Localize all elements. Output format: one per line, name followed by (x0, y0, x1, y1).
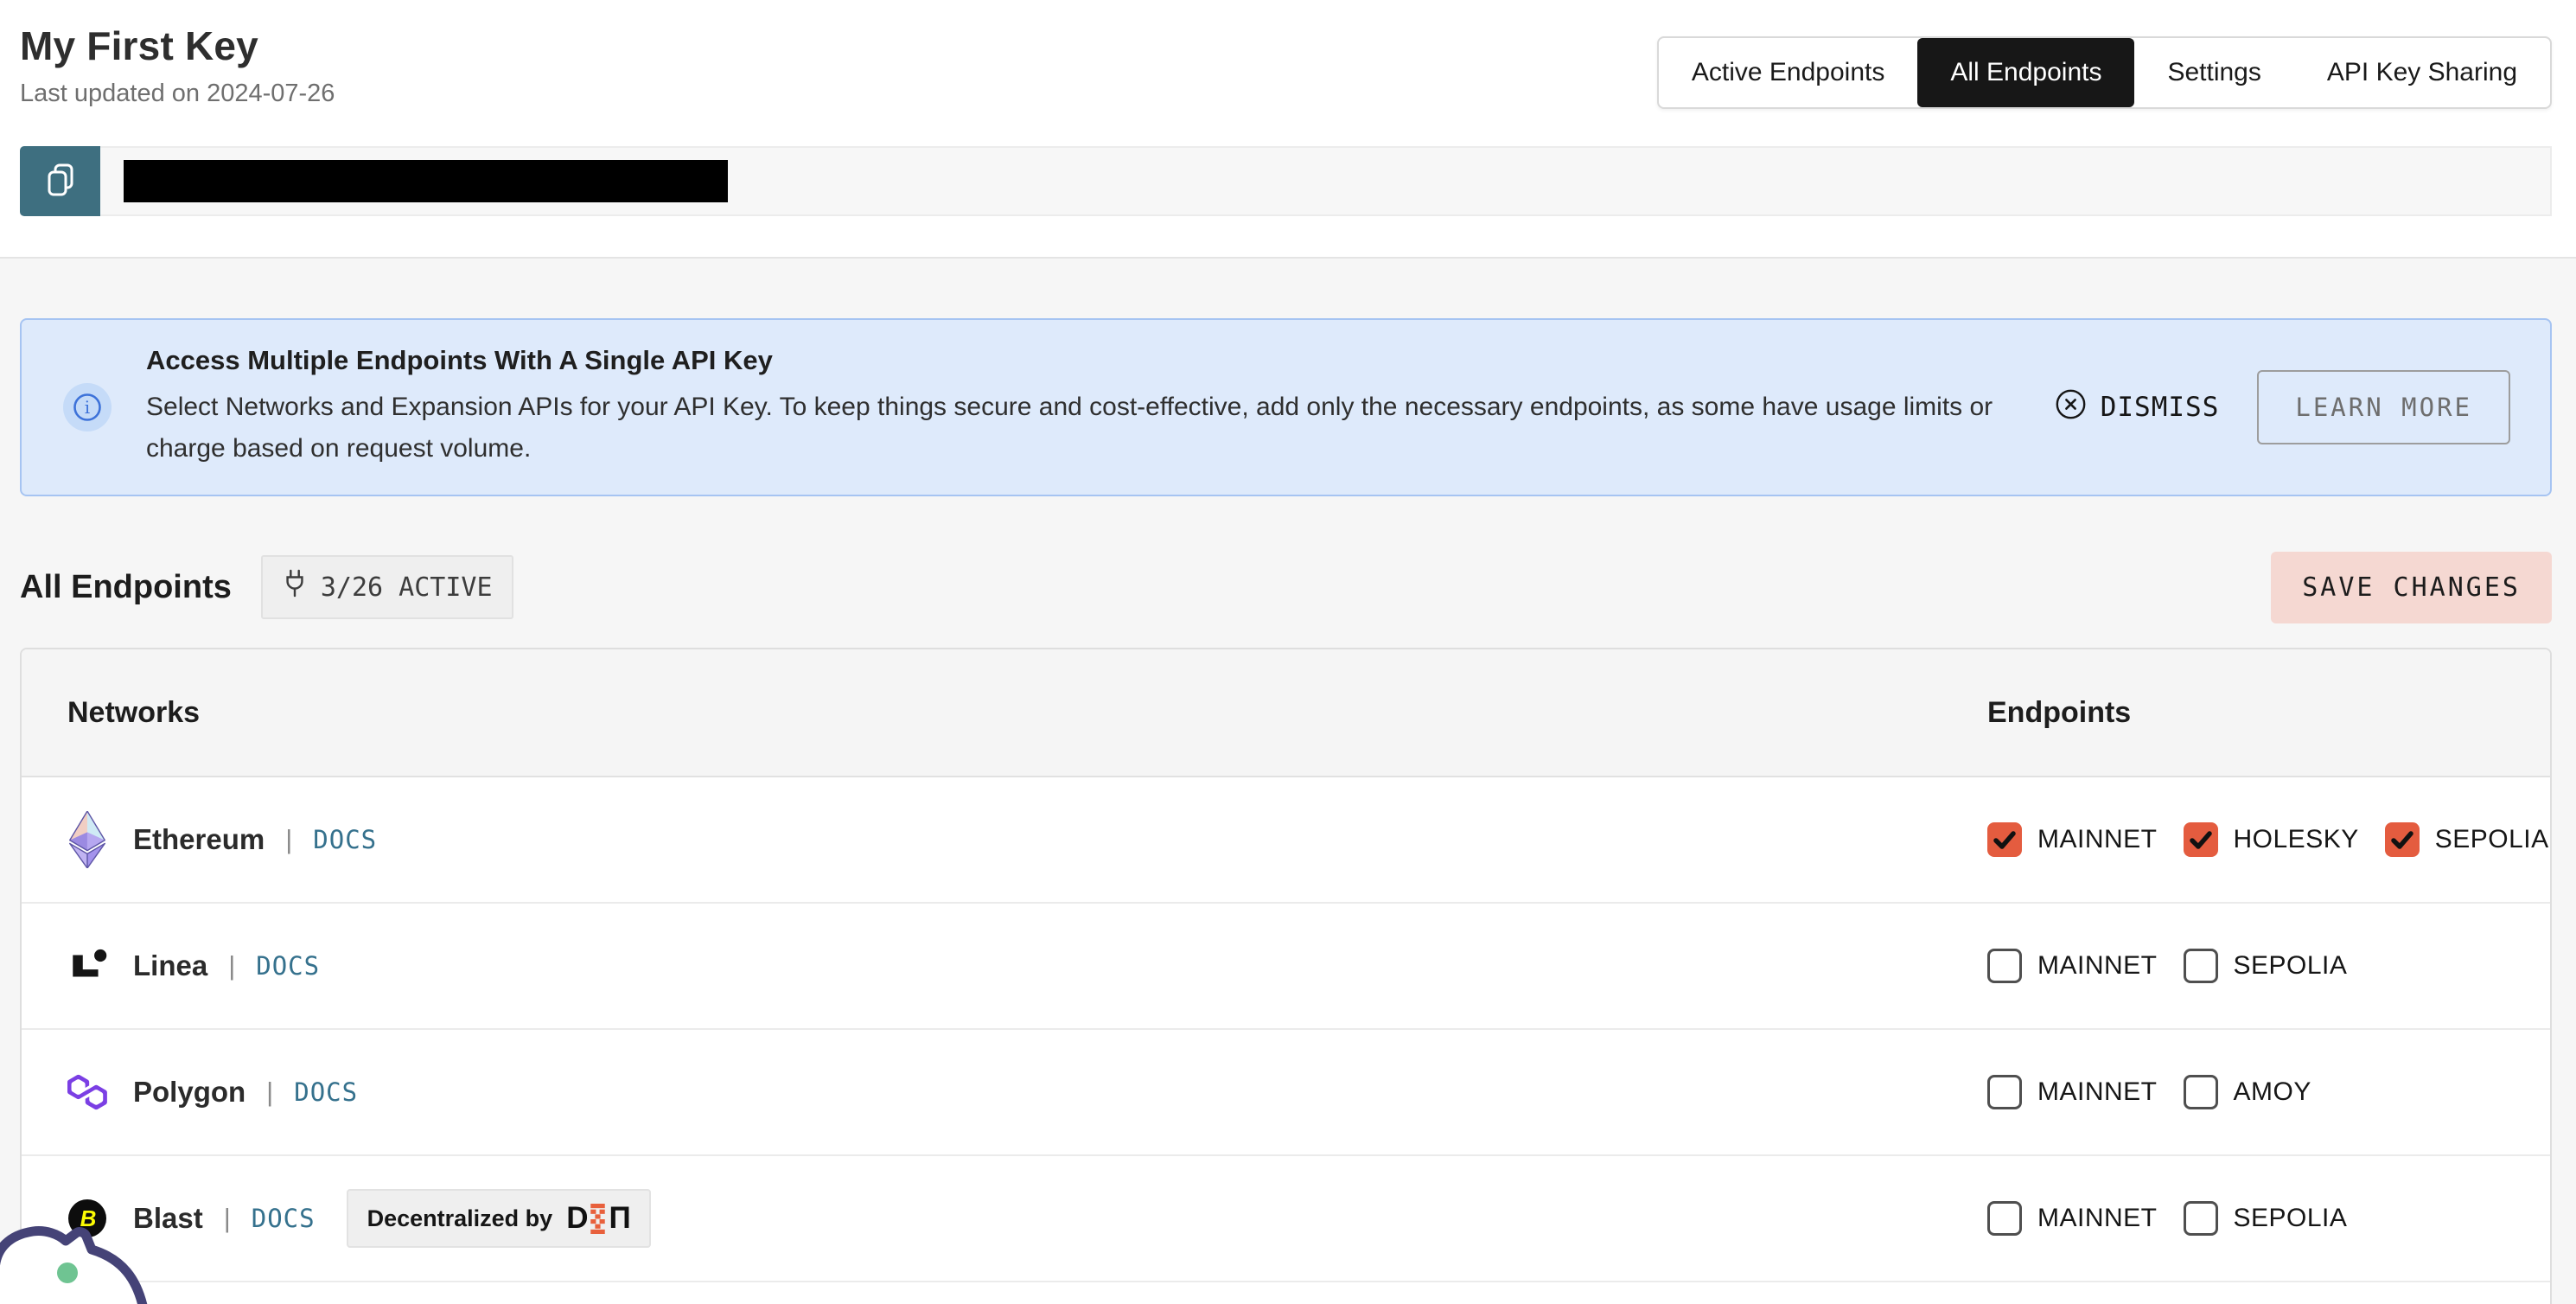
column-header-endpoints: Endpoints (1987, 696, 2550, 730)
table-header: Networks Endpoints (22, 649, 2550, 777)
api-key-row (20, 146, 2552, 216)
checkbox-sepolia-unchecked[interactable] (2184, 1201, 2218, 1236)
info-banner: i Access Multiple Endpoints With A Singl… (20, 318, 2552, 496)
column-header-networks: Networks (22, 696, 1987, 730)
online-status-dot (57, 1262, 78, 1283)
api-key-redacted-value (124, 160, 728, 202)
network-row-blast: B Blast | DOCS Decentralized byDΠ MAINNE… (22, 1156, 2550, 1282)
active-count-label: 3/26 ACTIVE (321, 572, 493, 603)
api-key-page: My First Key Last updated on 2024-07-26 … (0, 0, 2576, 1304)
network-row-ethereum: Ethereum | DOCS MAINNET HOLESKY SEPOLIA (22, 777, 2550, 904)
network-name: Polygon (133, 1076, 245, 1109)
docs-link[interactable]: DOCS (294, 1077, 358, 1107)
copy-icon (41, 161, 80, 201)
checkbox-sepolia-unchecked[interactable] (2184, 949, 2218, 983)
network-row-linea: Linea | DOCS MAINNET SEPOLIA (22, 904, 2550, 1030)
support-chat-fox-widget[interactable] (0, 1189, 209, 1304)
endpoint-checkbox-group[interactable]: HOLESKY (2184, 822, 2359, 857)
plug-icon (282, 568, 308, 606)
docs-link[interactable]: DOCS (252, 1204, 316, 1233)
badge-text: Decentralized by (367, 1205, 553, 1232)
banner-title: Access Multiple Endpoints With A Single … (146, 345, 2003, 376)
endpoint-checkbox-group[interactable]: MAINNET (1987, 1201, 2158, 1236)
info-icon: i (63, 383, 112, 431)
checkbox-mainnet-checked[interactable] (1987, 822, 2022, 857)
network-name: Ethereum (133, 823, 265, 856)
checkbox-holesky-checked[interactable] (2184, 822, 2218, 857)
svg-text:i: i (85, 397, 90, 418)
endpoint-checkbox-group[interactable]: SEPOLIA (2184, 1201, 2348, 1236)
dismiss-circle-x-icon (2055, 388, 2087, 427)
ethereum-icon (67, 811, 107, 868)
endpoints-section-header: All Endpoints 3/26 ACTIVE SAVE CHANGES (20, 552, 2552, 623)
tab-api-key-sharing[interactable]: API Key Sharing (2294, 38, 2550, 107)
endpoint-checkbox-group[interactable]: MAINNET (1987, 949, 2158, 983)
docs-link[interactable]: DOCS (256, 951, 320, 981)
section-heading: All Endpoints (20, 569, 232, 606)
network-row-polygon: Polygon | DOCS MAINNET AMOY (22, 1030, 2550, 1156)
checkbox-sepolia-checked[interactable] (2385, 822, 2420, 857)
learn-more-button[interactable]: LEARN MORE (2257, 370, 2510, 444)
endpoints-table: Networks Endpoints Ethereum | DOCS MAINN… (20, 648, 2552, 1304)
endpoint-checkbox-group[interactable]: AMOY (2184, 1075, 2311, 1109)
checkbox-amoy-unchecked[interactable] (2184, 1075, 2218, 1109)
endpoint-label: AMOY (2234, 1077, 2311, 1107)
tab-settings[interactable]: Settings (2134, 38, 2293, 107)
endpoint-label: SEPOLIA (2435, 825, 2549, 854)
polygon-icon (67, 1064, 107, 1121)
separator: | (266, 1077, 273, 1108)
endpoint-checkbox-group[interactable]: SEPOLIA (2385, 822, 2549, 857)
banner-text: Access Multiple Endpoints With A Single … (146, 345, 2055, 470)
tab-active-endpoints[interactable]: Active Endpoints (1659, 38, 1917, 107)
dismiss-label: DISMISS (2101, 392, 2220, 423)
network-name: Linea (133, 949, 207, 982)
endpoint-label: MAINNET (2037, 1204, 2158, 1233)
checkbox-mainnet-unchecked[interactable] (1987, 1075, 2022, 1109)
decentralized-by-din-badge: Decentralized by DΠ (347, 1189, 651, 1248)
api-key-field[interactable] (100, 146, 2552, 216)
endpoint-label: MAINNET (2037, 1077, 2158, 1107)
page-title: My First Key (20, 22, 258, 69)
save-changes-button[interactable]: SAVE CHANGES (2271, 552, 2552, 623)
separator: | (224, 1203, 231, 1234)
endpoint-checkbox-group[interactable]: SEPOLIA (2184, 949, 2348, 983)
endpoint-checkbox-group[interactable]: MAINNET (1987, 1075, 2158, 1109)
separator: | (228, 950, 235, 981)
endpoint-label: MAINNET (2037, 825, 2158, 854)
copy-api-key-button[interactable] (20, 146, 100, 216)
tab-all-endpoints[interactable]: All Endpoints (1917, 38, 2134, 107)
tab-bar: Active Endpoints All Endpoints Settings … (1657, 36, 2552, 109)
separator: | (285, 824, 292, 855)
banner-actions: DISMISS LEARN MORE (2055, 370, 2510, 444)
active-count-badge: 3/26 ACTIVE (261, 555, 513, 619)
endpoint-label: SEPOLIA (2234, 951, 2348, 981)
linea-icon (67, 937, 107, 994)
din-logo: DΠ (566, 1201, 630, 1236)
banner-body: Select Networks and Expansion APIs for y… (146, 387, 2003, 470)
endpoint-label: HOLESKY (2234, 825, 2359, 854)
checkbox-mainnet-unchecked[interactable] (1987, 1201, 2022, 1236)
last-updated-text: Last updated on 2024-07-26 (20, 80, 335, 108)
docs-link[interactable]: DOCS (313, 825, 377, 854)
endpoint-label: SEPOLIA (2234, 1204, 2348, 1233)
endpoint-label: MAINNET (2037, 951, 2158, 981)
endpoint-checkbox-group[interactable]: MAINNET (1987, 822, 2158, 857)
checkbox-mainnet-unchecked[interactable] (1987, 949, 2022, 983)
dismiss-button[interactable]: DISMISS (2055, 388, 2220, 427)
